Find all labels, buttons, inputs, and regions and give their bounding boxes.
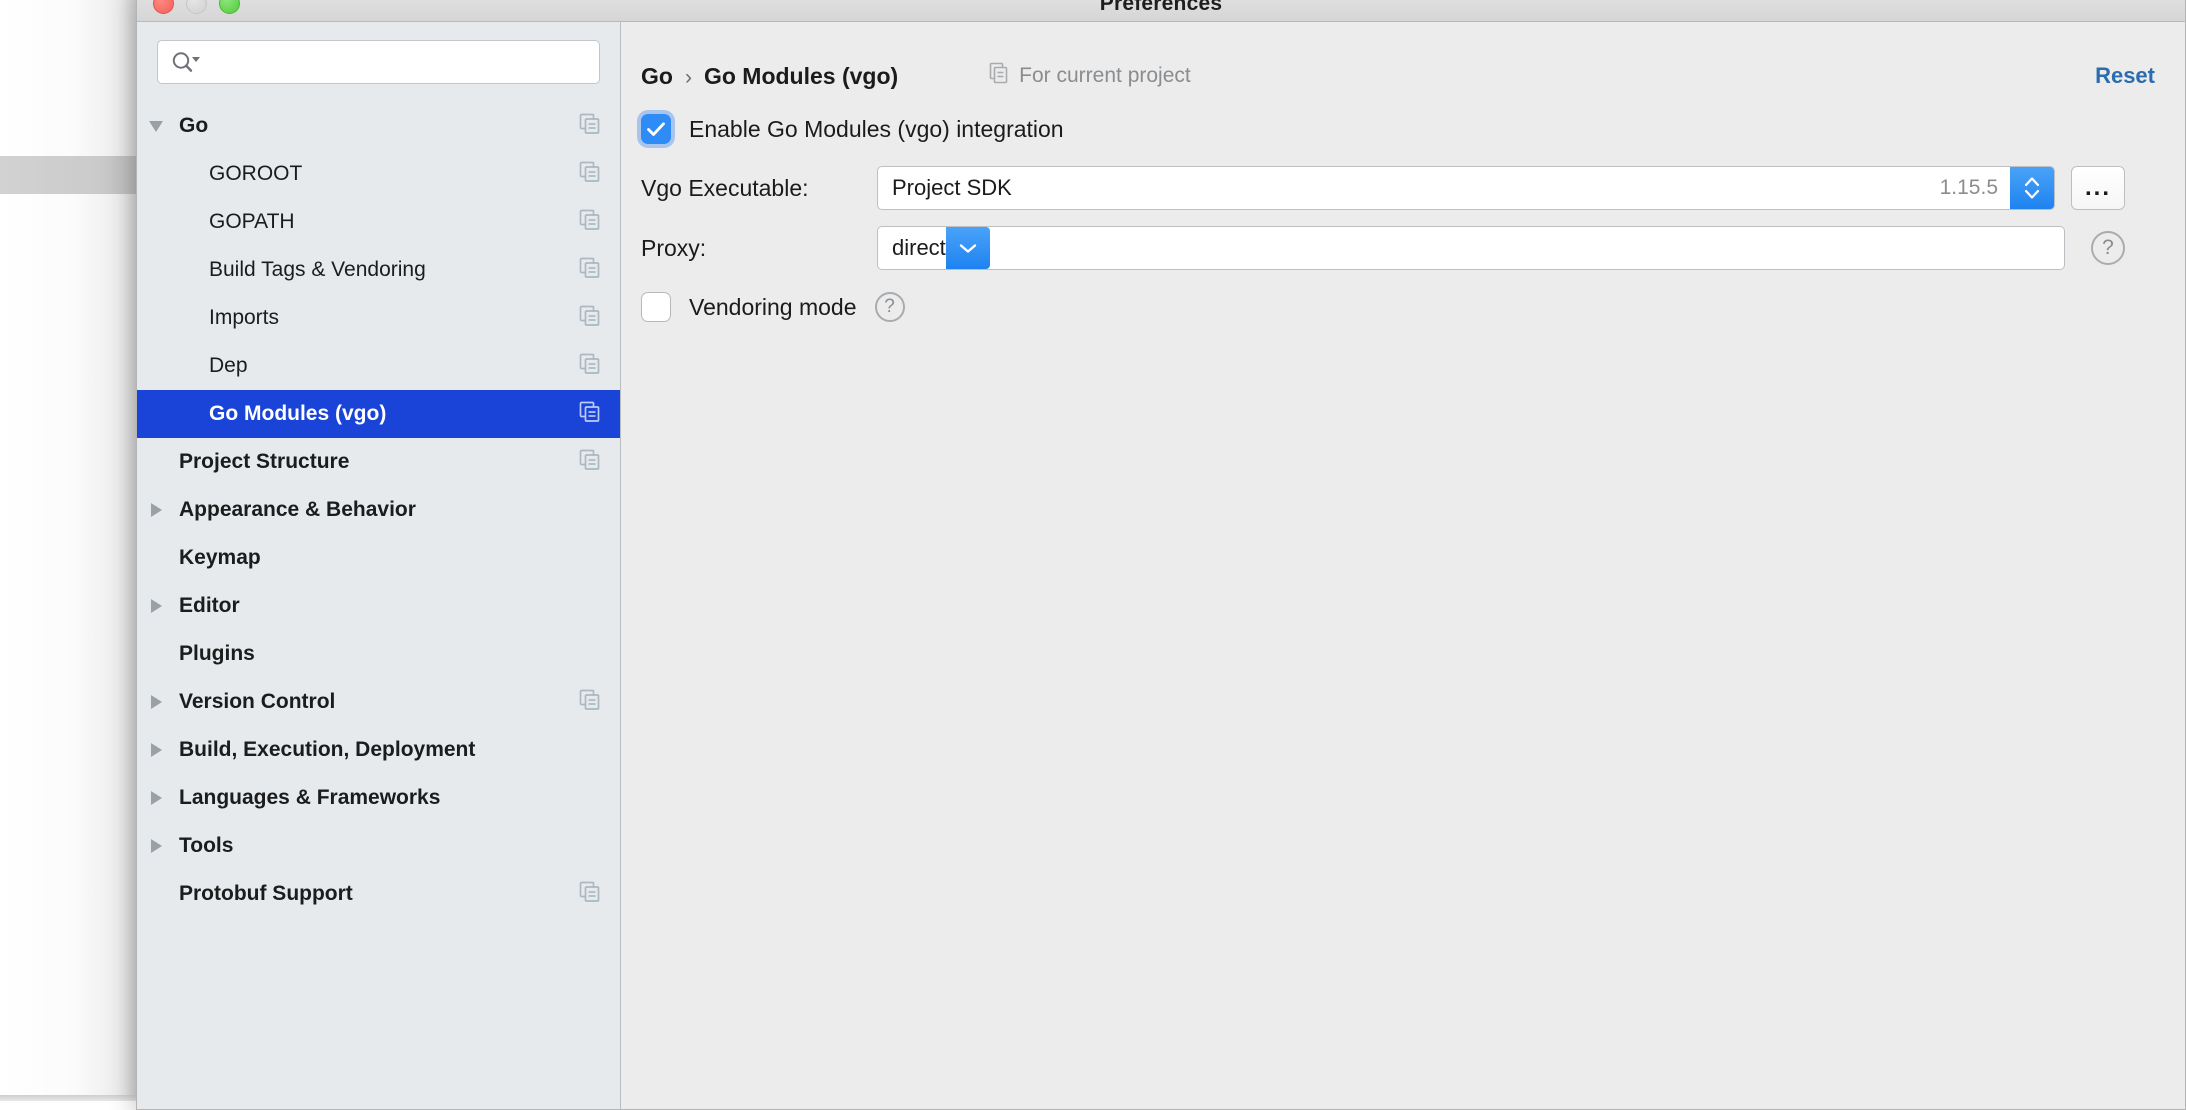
sidebar-item-version-control[interactable]: Version Control	[137, 678, 620, 726]
vgo-executable-browse-button[interactable]: ...	[2071, 166, 2125, 210]
copy-settings-icon[interactable]	[578, 256, 602, 285]
sidebar-item-tools[interactable]: Tools	[137, 822, 620, 870]
settings-content-pane: Go › Go Modules (vgo) For current projec…	[621, 22, 2185, 1109]
copy-settings-icon[interactable]	[578, 160, 602, 189]
enable-go-modules-label: Enable Go Modules (vgo) integration	[689, 115, 1064, 142]
chevron-down-icon[interactable]	[945, 227, 990, 269]
sidebar-item-label: Languages & Frameworks	[179, 786, 441, 809]
chevron-right-icon[interactable]	[137, 791, 175, 805]
copy-settings-icon[interactable]	[578, 112, 602, 141]
chevron-right-icon[interactable]	[137, 695, 175, 709]
sidebar-item-label: GOROOT	[209, 162, 303, 185]
chevron-right-icon[interactable]	[137, 839, 175, 853]
dialog-titlebar: Preferences	[137, 0, 2185, 22]
sidebar-item-label: GOPATH	[209, 210, 295, 233]
sidebar-item-label: Dep	[209, 354, 248, 377]
sidebar-item-label: Plugins	[179, 642, 255, 665]
sidebar-item-label: Appearance & Behavior	[179, 498, 416, 521]
copy-settings-icon[interactable]	[578, 208, 602, 237]
window-title: Preferences	[1099, 0, 1223, 15]
sidebar-item-dep[interactable]: Dep	[137, 342, 620, 390]
proxy-value: direct	[892, 235, 946, 260]
chevron-right-icon[interactable]	[137, 743, 175, 757]
copy-settings-icon[interactable]	[578, 400, 602, 429]
background-toolbar-strip	[0, 156, 136, 194]
chevron-right-icon[interactable]	[137, 599, 175, 613]
chevron-down-icon[interactable]	[137, 120, 175, 132]
sidebar-item-gopath[interactable]: GOPATH	[137, 198, 620, 246]
sidebar-item-label: Tools	[179, 834, 234, 857]
scope-note: For current project	[988, 62, 1191, 90]
copy-settings-icon[interactable]	[578, 688, 602, 717]
sidebar-item-languages-frameworks[interactable]: Languages & Frameworks	[137, 774, 620, 822]
sidebar-item-label: Go Modules (vgo)	[209, 402, 387, 425]
sidebar-item-label: Editor	[179, 594, 240, 617]
sidebar-item-label: Version Control	[179, 690, 336, 713]
vgo-executable-combo[interactable]: Project SDK 1.15.5	[877, 166, 2055, 210]
settings-sidebar: Go GOROOT GOPATH Build Tags & Vendoring Impo…	[137, 22, 621, 1109]
breadcrumb-root[interactable]: Go	[641, 63, 673, 90]
sidebar-item-build-tags-vendoring[interactable]: Build Tags & Vendoring	[137, 246, 620, 294]
vgo-executable-version: 1.15.5	[1939, 176, 1998, 199]
vendoring-mode-help-icon[interactable]: ?	[874, 292, 905, 322]
sidebar-item-label: Keymap	[179, 546, 261, 569]
sidebar-item-label: Go	[179, 114, 209, 137]
sidebar-item-label: Build Tags & Vendoring	[209, 258, 426, 281]
vendoring-mode-label: Vendoring mode	[689, 293, 857, 320]
vgo-executable-row: Vgo Executable: Project SDK 1.15.5 ...	[641, 166, 2125, 210]
chevron-right-icon[interactable]	[137, 503, 175, 517]
proxy-row: Proxy: direct ?	[641, 226, 2125, 270]
sidebar-item-label: Project Structure	[179, 450, 350, 473]
vgo-executable-value: Project SDK	[892, 175, 1012, 200]
sidebar-item-go-modules-vgo[interactable]: Go Modules (vgo)	[137, 390, 620, 438]
settings-form: Enable Go Modules (vgo) integration Vgo …	[621, 100, 2185, 322]
copy-settings-icon[interactable]	[578, 448, 602, 477]
sidebar-item-editor[interactable]: Editor	[137, 582, 620, 630]
dialog-body: Go GOROOT GOPATH Build Tags & Vendoring Impo…	[137, 22, 2185, 1109]
sidebar-search-wrap	[137, 22, 620, 92]
sidebar-item-label: Protobuf Support	[179, 882, 353, 905]
sidebar-item-protobuf-support[interactable]: Protobuf Support	[137, 870, 620, 918]
sidebar-item-keymap[interactable]: Keymap	[137, 534, 620, 582]
breadcrumb-current: Go Modules (vgo)	[703, 62, 899, 89]
vendoring-mode-checkbox[interactable]	[641, 292, 671, 322]
search-icon	[171, 51, 201, 73]
proxy-help-button[interactable]: ?	[2091, 231, 2125, 265]
scope-note-label: For current project	[1019, 64, 1191, 87]
sidebar-item-project-structure[interactable]: Project Structure	[137, 438, 620, 486]
breadcrumb-separator-icon: ›	[684, 65, 692, 89]
preferences-dialog: Preferences Go GOROOT GOPATH Build Tags &	[136, 0, 2186, 1110]
sidebar-item-label: Build, Execution, Deployment	[179, 738, 476, 761]
vendoring-mode-row[interactable]: Vendoring mode ?	[641, 292, 2125, 322]
proxy-combo[interactable]: direct	[877, 226, 2065, 270]
copy-settings-icon[interactable]	[578, 880, 602, 909]
vgo-executable-stepper[interactable]	[2010, 167, 2054, 209]
copy-settings-icon[interactable]	[578, 352, 602, 381]
background-bottom-edge	[0, 1095, 136, 1101]
proxy-label: Proxy:	[641, 234, 707, 261]
reset-link[interactable]: Reset	[2095, 63, 2155, 89]
sidebar-item-appearance-behavior[interactable]: Appearance & Behavior	[137, 486, 620, 534]
sidebar-item-build-execution-deployment[interactable]: Build, Execution, Deployment	[137, 726, 620, 774]
project-scope-icon	[988, 62, 1010, 90]
breadcrumb: Go › Go Modules (vgo)	[641, 63, 898, 90]
sidebar-item-goroot[interactable]: GOROOT	[137, 150, 620, 198]
sidebar-item-imports[interactable]: Imports	[137, 294, 620, 342]
settings-tree: Go GOROOT GOPATH Build Tags & Vendoring Impo…	[137, 92, 620, 1109]
enable-go-modules-row[interactable]: Enable Go Modules (vgo) integration	[641, 114, 2125, 144]
vgo-executable-label: Vgo Executable:	[641, 174, 809, 201]
sidebar-item-plugins[interactable]: Plugins	[137, 630, 620, 678]
sidebar-item-go[interactable]: Go	[137, 102, 620, 150]
copy-settings-icon[interactable]	[578, 304, 602, 333]
enable-go-modules-checkbox[interactable]	[641, 114, 671, 144]
content-header: Go › Go Modules (vgo) For current projec…	[621, 22, 2185, 100]
search-input[interactable]	[170, 41, 599, 83]
sidebar-item-label: Imports	[209, 306, 280, 329]
search-field[interactable]	[157, 40, 600, 84]
